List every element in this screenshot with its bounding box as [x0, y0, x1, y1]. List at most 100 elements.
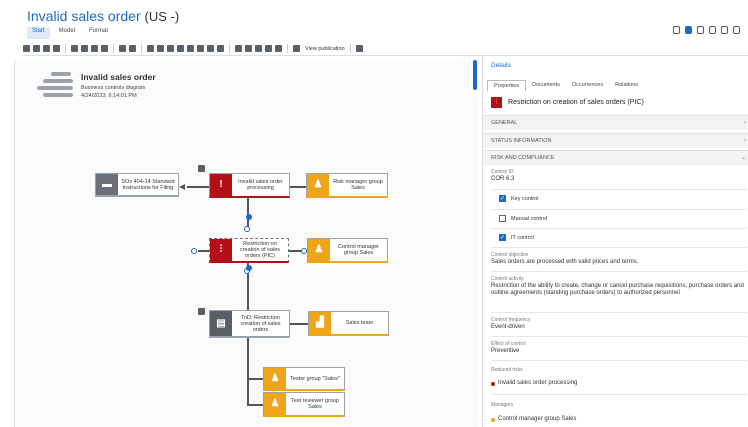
divider — [491, 312, 747, 313]
search-icon[interactable] — [673, 26, 680, 34]
diagram-node-tester[interactable]: ♟ Tester group "Sales" — [263, 367, 345, 391]
layout-icon[interactable] — [733, 26, 740, 34]
fill-color-icon[interactable] — [129, 45, 136, 52]
field-value[interactable]: Preventive — [491, 348, 747, 355]
checkbox-checked-icon[interactable]: ✓ — [499, 195, 506, 202]
diagram-node-test-reviewer[interactable]: ♟ Test reviewer group Sales — [263, 392, 345, 417]
section-label: RISK AND COMPLIANCE — [491, 155, 555, 161]
tab-model[interactable]: Model — [54, 27, 80, 39]
undo-icon[interactable] — [33, 45, 40, 52]
rotate-icon[interactable] — [187, 45, 194, 52]
group-icon: ▟ — [309, 312, 331, 334]
diagram-header: Invalid sales order Business controls di… — [35, 68, 235, 104]
connector — [179, 184, 185, 190]
save-icon[interactable] — [23, 45, 30, 52]
connector — [290, 323, 308, 325]
cut-icon[interactable] — [81, 45, 88, 52]
group-icon[interactable] — [197, 45, 204, 52]
attribute-icon — [198, 165, 205, 172]
diagram-date: 4/24/2023, 6:14:01 PM — [81, 93, 137, 99]
control-sliders-icon: ⫶ — [491, 97, 502, 108]
diagram-node-restriction[interactable]: ⫶ Restriction on creation of sales order… — [209, 238, 289, 263]
diagram-node-sales-team[interactable]: ▟ Sales team — [308, 311, 389, 336]
view-publication-button[interactable]: View publication — [305, 46, 345, 52]
node-label: Invalid sales order processing — [238, 179, 283, 191]
tab-occurrences[interactable]: Occurrences — [566, 80, 609, 91]
person-icon: ♟ — [264, 393, 286, 415]
line-color-icon[interactable] — [147, 45, 154, 52]
field-control-activity: Control activity Restriction of the abil… — [491, 276, 747, 297]
field-value[interactable]: COR 6.3 — [491, 176, 747, 183]
table-icon[interactable] — [275, 45, 282, 52]
connector-icon[interactable] — [217, 45, 224, 52]
top-right-icons — [673, 26, 740, 34]
selected-object: ⫶ Restriction on creation of sales order… — [491, 97, 644, 108]
connection-anchor[interactable] — [246, 214, 252, 220]
grid-icon[interactable] — [245, 45, 252, 52]
diagram-node-sox[interactable]: ▬ SOx 404-14 Standard Instructions for F… — [95, 173, 179, 197]
field-control-id: Control ID COR 6.3 — [491, 169, 747, 183]
section-general[interactable]: GENERAL › — [483, 115, 748, 130]
delete-icon[interactable] — [71, 45, 78, 52]
canvas-scrollbar[interactable] — [473, 60, 477, 90]
field-value[interactable]: Restriction of the ability to create, ch… — [491, 283, 747, 297]
paste-icon[interactable] — [101, 45, 108, 52]
field-value[interactable]: Event-driven — [491, 324, 747, 331]
diagram-node-invalid-order[interactable]: ! Invalid sales order processing — [209, 173, 290, 198]
reduced-risk-label: Invalid sales order processing — [498, 380, 578, 386]
checkbox-it-control[interactable]: ✓ IT control — [499, 234, 534, 241]
section-risk-compliance[interactable]: RISK AND COMPLIANCE ⌄ — [483, 150, 748, 165]
checkbox-manual-control[interactable]: Manual control — [499, 215, 547, 222]
snap-icon[interactable] — [255, 45, 262, 52]
group-dot-icon — [491, 417, 495, 422]
diagram-node-control-manager[interactable]: ♟ Control manager group Sales — [307, 238, 388, 263]
chart-icon[interactable] — [697, 26, 704, 34]
node-label: Tester group "Sales" — [290, 375, 340, 382]
field-control-objective: Control objective Sales orders are proce… — [491, 252, 747, 266]
tab-properties[interactable]: Properties — [487, 80, 527, 91]
diagram-type-icon — [37, 72, 75, 102]
tab-start[interactable]: Start — [27, 27, 50, 39]
diagram-canvas[interactable]: Invalid sales order Business controls di… — [14, 60, 478, 427]
divider — [491, 247, 747, 248]
document-title: Invalid sales order (US -) — [27, 8, 179, 24]
refresh-icon[interactable] — [53, 45, 60, 52]
connection-handle[interactable] — [191, 248, 197, 254]
properties-panel-icon[interactable] — [685, 26, 692, 34]
grid-icon[interactable] — [721, 26, 728, 34]
connector — [247, 378, 263, 380]
zoom-icon[interactable] — [265, 45, 272, 52]
toolbar: View publication — [23, 42, 748, 56]
layer-icon[interactable] — [207, 45, 214, 52]
field-label: Control objective — [491, 252, 529, 258]
redo-icon[interactable] — [43, 45, 50, 52]
align-icon[interactable] — [157, 45, 164, 52]
document-icon: ▬ — [96, 174, 118, 195]
connection-anchor[interactable] — [246, 265, 252, 271]
size-icon[interactable] — [177, 45, 184, 52]
connection-handle[interactable] — [244, 226, 250, 232]
toolbar-separator — [287, 44, 288, 53]
checkbox-key-control[interactable]: ✓ Key control — [499, 195, 539, 202]
diagram-node-todo[interactable]: ▤ ToD: Restriction creation of sales ord… — [209, 310, 290, 338]
tab-relations[interactable]: Relations — [609, 80, 644, 91]
person-icon: ♟ — [307, 174, 329, 196]
checkbox-checked-icon[interactable]: ✓ — [499, 234, 506, 241]
shield-icon[interactable] — [709, 26, 716, 34]
field-value[interactable]: Sales orders are processed with valid pr… — [491, 259, 747, 266]
publication-icon[interactable] — [293, 45, 300, 52]
section-status[interactable]: STATUS INFORMATION › — [483, 133, 748, 148]
format-painter-icon[interactable] — [119, 45, 126, 52]
tab-format[interactable]: Format — [84, 27, 113, 39]
language-selector[interactable]: (US -) — [145, 9, 180, 24]
distribute-icon[interactable] — [167, 45, 174, 52]
layout-icon[interactable] — [235, 45, 242, 52]
manager-item[interactable]: Control manager group Sales — [491, 416, 747, 423]
tab-documents[interactable]: Documents — [526, 80, 566, 91]
reduced-risk-item[interactable]: Invalid sales order processing — [491, 380, 747, 387]
diagram-node-risk-manager[interactable]: ♟ Risk manager group Sales — [306, 173, 388, 198]
settings-icon[interactable] — [355, 45, 363, 52]
toolbar-separator — [229, 44, 230, 53]
checkbox-unchecked-icon[interactable] — [499, 215, 506, 222]
copy-icon[interactable] — [91, 45, 98, 52]
